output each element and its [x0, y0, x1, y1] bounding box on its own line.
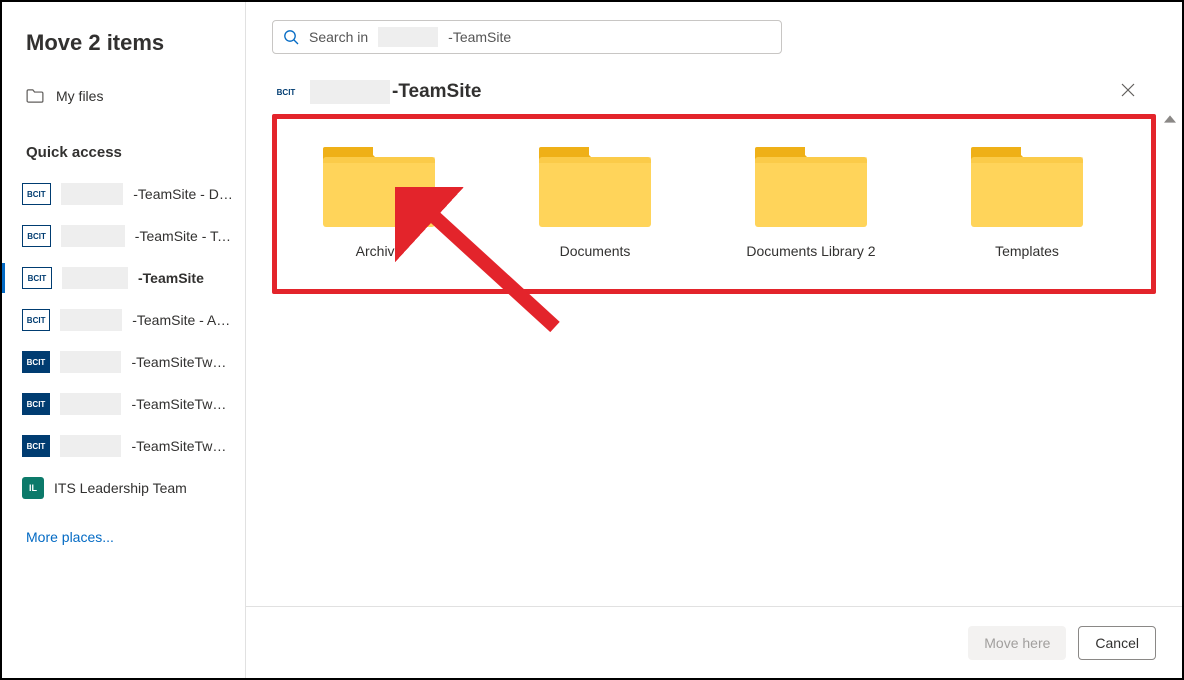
site-initials-icon: IL [22, 477, 44, 499]
redaction-mask [62, 267, 128, 289]
folder-label: Templates [995, 243, 1059, 259]
sidebar-item-label: -TeamSite - Do... [133, 186, 233, 202]
search-placeholder-mask [378, 27, 438, 47]
quick-access-list: BCIT -TeamSite - Do... BCIT -TeamSite - Te.… [2, 173, 245, 509]
sidebar-item-label: -TeamSiteTwo -... [131, 354, 233, 370]
folder-tile-archive[interactable]: Archive [309, 137, 449, 259]
my-files-label: My files [56, 88, 103, 104]
dialog-title: Move 2 items [2, 22, 245, 80]
bcit-logo-icon: BCIT [22, 309, 50, 331]
bcit-logo-icon: BCIT [22, 435, 50, 457]
sidebar-item-label: -TeamSiteTwo -... [131, 438, 233, 454]
sidebar-item-3[interactable]: BCIT -TeamSite - Arc... [2, 299, 245, 341]
search-field[interactable]: Search in -TeamSite [272, 20, 782, 54]
search-placeholder-prefix: Search in [309, 29, 368, 45]
main-panel: Search in -TeamSite BCIT -TeamSite [246, 2, 1182, 678]
search-icon [283, 29, 299, 45]
sidebar-item-5[interactable]: BCIT -TeamSiteTwo -... [2, 383, 245, 425]
breadcrumb-row: BCIT -TeamSite [246, 62, 1182, 112]
cancel-button[interactable]: Cancel [1078, 626, 1156, 660]
folder-tile-documents[interactable]: Documents [525, 137, 665, 259]
folder-icon [967, 137, 1087, 229]
sidebar-item-0[interactable]: BCIT -TeamSite - Do... [2, 173, 245, 215]
close-icon [1121, 82, 1135, 102]
sidebar-item-6[interactable]: BCIT -TeamSiteTwo -... [2, 425, 245, 467]
quick-access-header: Quick access [2, 124, 245, 173]
folder-label: Archive [356, 243, 403, 259]
folder-grid: Archive Documents Documents Library 2 Te… [297, 137, 1131, 259]
redaction-mask [60, 435, 122, 457]
redaction-mask [61, 225, 125, 247]
sidebar-item-4[interactable]: BCIT -TeamSiteTwo -... [2, 341, 245, 383]
bcit-logo-icon: BCIT [22, 351, 50, 373]
search-bar-area: Search in -TeamSite [246, 2, 1182, 62]
bcit-logo-icon: BCIT [22, 183, 51, 205]
folder-tile-documents-library-2[interactable]: Documents Library 2 [741, 137, 881, 259]
move-here-button[interactable]: Move here [968, 626, 1066, 660]
folder-label: Documents [560, 243, 631, 259]
search-placeholder-suffix: -TeamSite [448, 29, 511, 45]
footer: Move here Cancel [246, 606, 1182, 678]
close-button[interactable] [1114, 78, 1142, 106]
sidebar-item-label: -TeamSite - Arc... [132, 312, 233, 328]
folder-icon [535, 137, 655, 229]
sidebar-item-2[interactable]: BCIT -TeamSite [2, 257, 245, 299]
redaction-mask [61, 183, 124, 205]
bcit-logo-icon: BCIT [22, 393, 50, 415]
bcit-logo-icon: BCIT [272, 84, 300, 100]
move-dialog: Move 2 items My files Quick access BCIT -… [0, 0, 1184, 680]
folder-tile-templates[interactable]: Templates [957, 137, 1097, 259]
more-places-link[interactable]: More places... [2, 509, 245, 565]
sidebar: Move 2 items My files Quick access BCIT -… [2, 2, 246, 678]
content-area: Archive Documents Documents Library 2 Te… [246, 112, 1182, 606]
breadcrumb-suffix: -TeamSite [392, 81, 481, 103]
sidebar-item-label: -TeamSiteTwo -... [131, 396, 233, 412]
sidebar-item-label: -TeamSite - Te... [135, 228, 233, 244]
sidebar-item-my-files[interactable]: My files [2, 80, 245, 124]
sidebar-item-7[interactable]: IL ITS Leadership Team [2, 467, 245, 509]
annotation-highlight-box: Archive Documents Documents Library 2 Te… [272, 114, 1156, 294]
breadcrumb-mask [310, 80, 390, 104]
breadcrumb[interactable]: -TeamSite [310, 80, 481, 104]
folder-icon [319, 137, 439, 229]
bcit-logo-icon: BCIT [22, 225, 51, 247]
redaction-mask [60, 393, 122, 415]
bcit-logo-icon: BCIT [22, 267, 52, 289]
redaction-mask [60, 309, 122, 331]
sidebar-item-1[interactable]: BCIT -TeamSite - Te... [2, 215, 245, 257]
folder-icon [751, 137, 871, 229]
folder-outline-icon [26, 89, 44, 103]
sidebar-item-label: -TeamSite [138, 270, 204, 286]
sidebar-item-label: ITS Leadership Team [54, 480, 187, 496]
folder-label: Documents Library 2 [746, 243, 875, 259]
redaction-mask [60, 351, 122, 373]
